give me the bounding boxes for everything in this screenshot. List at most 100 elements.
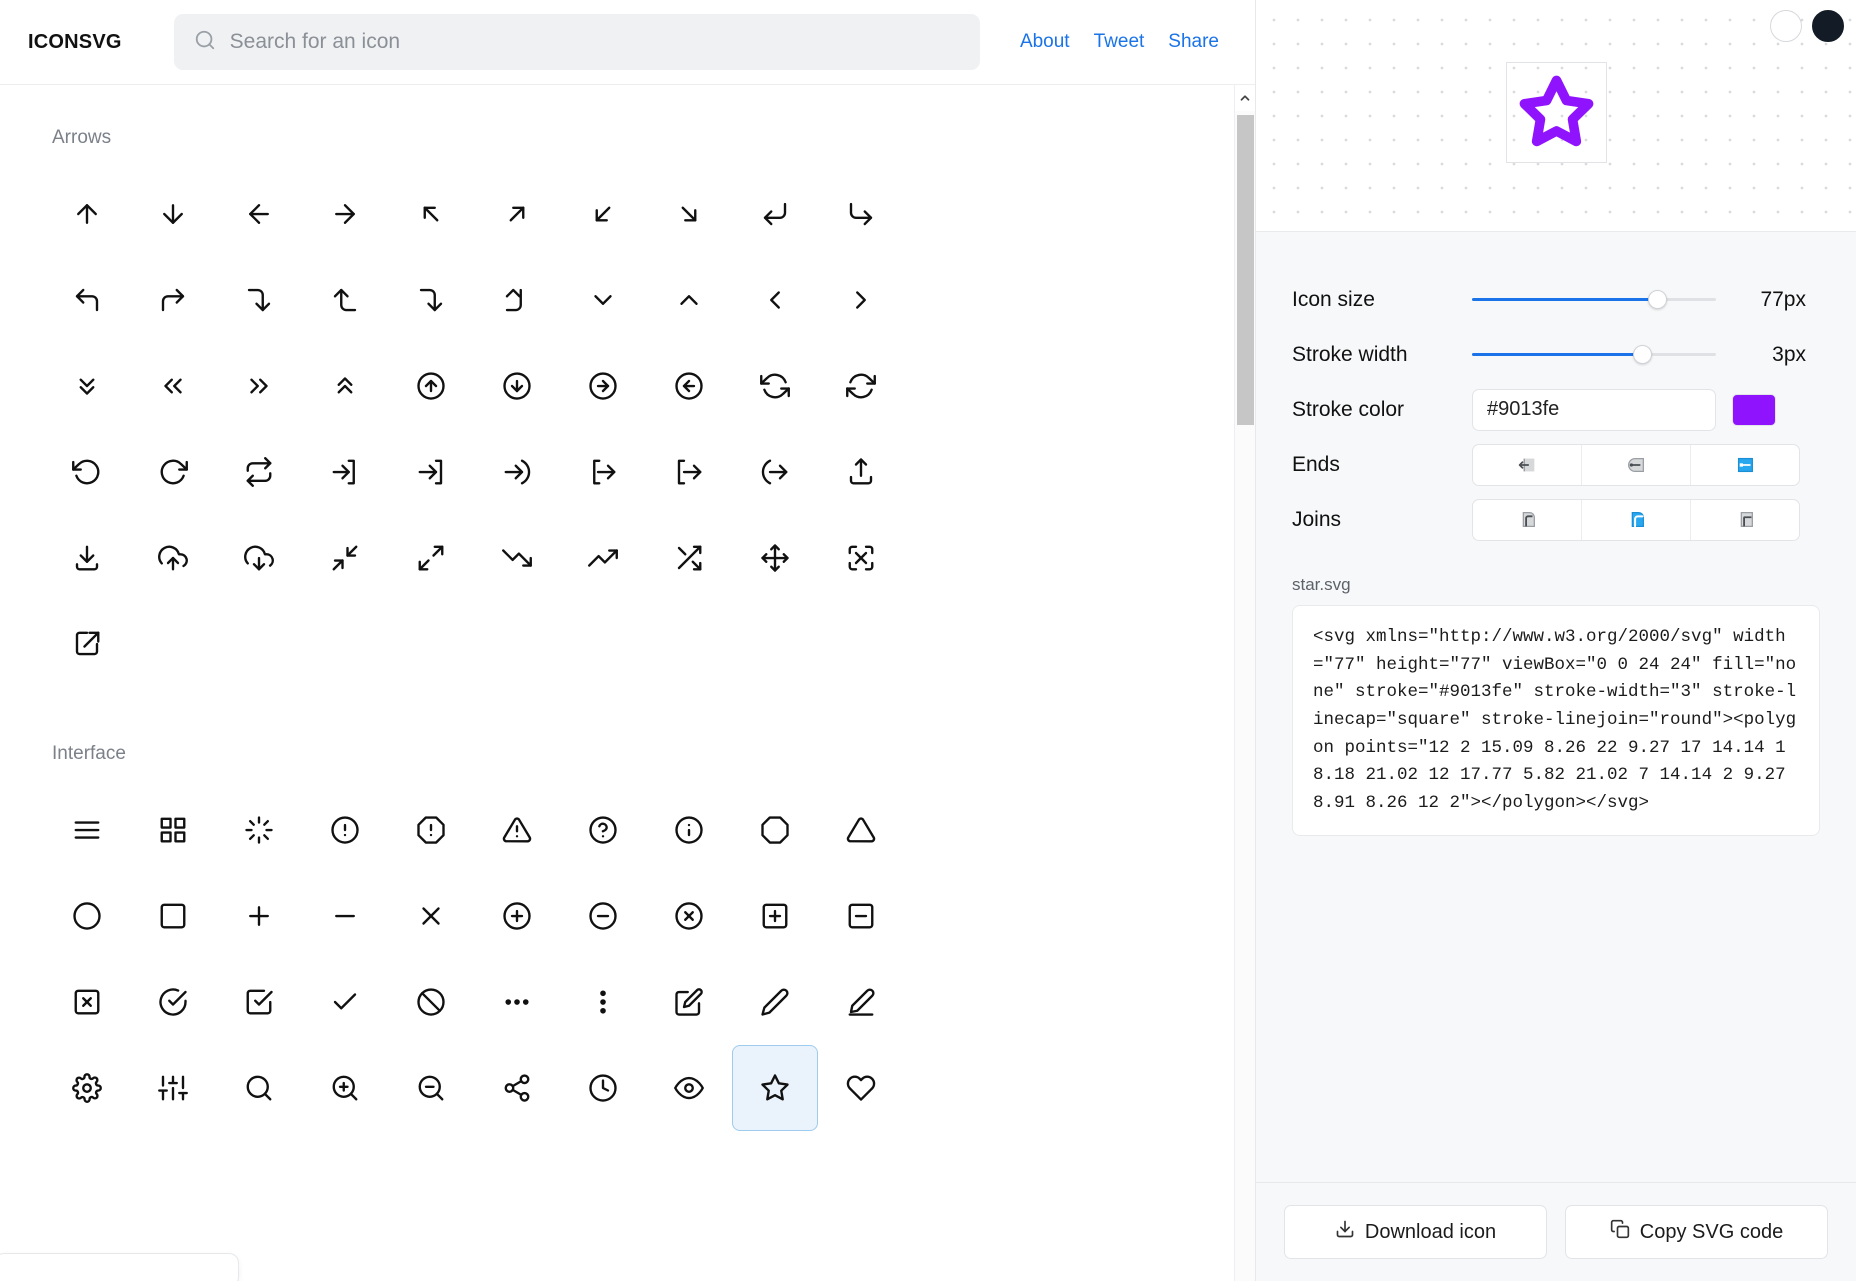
icon-cell-arrow-right-circle[interactable] (560, 343, 646, 429)
icon-cell-arrow-down-circle[interactable] (474, 343, 560, 429)
search-box[interactable] (174, 14, 980, 70)
icon-cell-slash[interactable] (388, 959, 474, 1045)
icon-cell-arrow-down-right[interactable] (646, 171, 732, 257)
stroke-color-swatch[interactable] (1732, 394, 1776, 426)
icon-cell-arrow-down-left[interactable] (560, 171, 646, 257)
svg-code-block[interactable]: <svg xmlns="http://www.w3.org/2000/svg" … (1292, 605, 1820, 836)
icon-cell-star[interactable] (732, 1045, 818, 1131)
icon-cell-minimize[interactable] (302, 515, 388, 601)
icon-cell-share-upload[interactable] (818, 429, 904, 515)
icon-cell-arrow-left-circle[interactable] (646, 343, 732, 429)
icon-cell-circle[interactable] (44, 873, 130, 959)
vertical-scrollbar[interactable] (1234, 85, 1255, 1281)
icon-cell-minus[interactable] (302, 873, 388, 959)
icon-cell-corner-left-up-2[interactable] (474, 257, 560, 343)
icon-cell-chevrons-up[interactable] (302, 343, 388, 429)
icon-cell-chevron-up[interactable] (646, 257, 732, 343)
icon-cell-help-circle[interactable] (560, 787, 646, 873)
icon-cell-refresh-ccw[interactable] (732, 343, 818, 429)
icon-cell-pencil[interactable] (732, 959, 818, 1045)
icon-cell-plus-square[interactable] (732, 873, 818, 959)
icon-cell-corner-up-right[interactable] (130, 257, 216, 343)
icon-cell-edit-underline[interactable] (818, 959, 904, 1045)
icon-cell-x-circle[interactable] (646, 873, 732, 959)
dark-theme-swatch[interactable] (1812, 10, 1844, 42)
icon-cell-chevron-down[interactable] (560, 257, 646, 343)
icon-cell-chevrons-right[interactable] (216, 343, 302, 429)
icon-cell-chevron-left[interactable] (732, 257, 818, 343)
ends-option-butt[interactable] (1473, 445, 1582, 485)
joins-option-round[interactable] (1582, 500, 1691, 540)
nav-link-tweet[interactable]: Tweet (1094, 31, 1145, 53)
ends-option-square[interactable] (1691, 445, 1799, 485)
icon-cell-share-2[interactable] (474, 1045, 560, 1131)
light-theme-swatch[interactable] (1770, 10, 1802, 42)
slider-knob[interactable] (1648, 290, 1667, 309)
icon-cell-corner-down-right[interactable] (818, 171, 904, 257)
scrollbar-up-arrow-icon[interactable] (1235, 85, 1255, 111)
icon-cell-arrow-up-circle[interactable] (388, 343, 474, 429)
icon-cell-minus-circle[interactable] (560, 873, 646, 959)
icon-cell-check-circle[interactable] (130, 959, 216, 1045)
icon-cell-trending-down[interactable] (474, 515, 560, 601)
icon-cell-log-in-paren[interactable] (474, 429, 560, 515)
icon-cell-download[interactable] (44, 515, 130, 601)
icon-cell-log-out-bracket-2[interactable] (646, 429, 732, 515)
copy-svg-code-button[interactable]: Copy SVG code (1565, 1205, 1828, 1259)
icon-cell-plus-circle[interactable] (474, 873, 560, 959)
icon-cell-repeat[interactable] (216, 429, 302, 515)
nav-link-share[interactable]: Share (1168, 31, 1219, 53)
nav-link-about[interactable]: About (1020, 31, 1070, 53)
icon-cell-alert-octagon-dot[interactable] (388, 787, 474, 873)
icon-cell-arrow-right[interactable] (302, 171, 388, 257)
icon-scroll-area[interactable]: Arrows (0, 84, 1255, 1281)
icon-cell-external-link[interactable] (44, 601, 130, 687)
ends-option-round[interactable] (1582, 445, 1691, 485)
icon-cell-check[interactable] (302, 959, 388, 1045)
icon-cell-log-in-bracket-2[interactable] (388, 429, 474, 515)
icon-cell-chevrons-left[interactable] (130, 343, 216, 429)
icon-cell-chevron-right[interactable] (818, 257, 904, 343)
icon-cell-grid[interactable] (130, 787, 216, 873)
icon-cell-minus-square[interactable] (818, 873, 904, 959)
icon-cell-alert-triangle[interactable] (474, 787, 560, 873)
icon-cell-heart[interactable] (818, 1045, 904, 1131)
icon-cell-plus[interactable] (216, 873, 302, 959)
stroke-width-slider[interactable] (1472, 345, 1716, 365)
icon-cell-alert-circle-dot[interactable] (302, 787, 388, 873)
icon-cell-info[interactable] (646, 787, 732, 873)
icon-cell-log-in-bracket[interactable] (302, 429, 388, 515)
icon-cell-download-cloud[interactable] (216, 515, 302, 601)
app-logo[interactable]: ICONSVG (28, 31, 122, 54)
icon-cell-x-square[interactable] (44, 959, 130, 1045)
icon-cell-rotate-cw[interactable] (130, 429, 216, 515)
search-input[interactable] (230, 30, 960, 54)
icon-cell-arrow-up-left[interactable] (388, 171, 474, 257)
download-icon-button[interactable]: Download icon (1284, 1205, 1547, 1259)
icon-cell-arrow-down[interactable] (130, 171, 216, 257)
icon-cell-edit[interactable] (646, 959, 732, 1045)
icon-cell-move[interactable] (732, 515, 818, 601)
joins-option-bevel[interactable] (1691, 500, 1799, 540)
icon-cell-search[interactable] (216, 1045, 302, 1131)
icon-cell-octagon[interactable] (732, 787, 818, 873)
icon-cell-chevrons-down[interactable] (44, 343, 130, 429)
icon-cell-corner-down-left[interactable] (732, 171, 818, 257)
icon-cell-arrow-up-right[interactable] (474, 171, 560, 257)
icon-cell-corner-up-left[interactable] (44, 257, 130, 343)
icon-cell-upload-cloud[interactable] (130, 515, 216, 601)
icon-cell-settings[interactable] (44, 1045, 130, 1131)
icon-cell-more-vertical[interactable] (560, 959, 646, 1045)
icon-cell-corner-left-up[interactable] (302, 257, 388, 343)
icon-cell-zoom-out[interactable] (388, 1045, 474, 1131)
icon-cell-rotate-ccw[interactable] (44, 429, 130, 515)
icon-cell-menu[interactable] (44, 787, 130, 873)
icon-cell-square[interactable] (130, 873, 216, 959)
icon-cell-corner-right-down-2[interactable] (388, 257, 474, 343)
icon-cell-maximize[interactable] (388, 515, 474, 601)
icon-cell-clock[interactable] (560, 1045, 646, 1131)
icon-cell-triangle[interactable] (818, 787, 904, 873)
icon-cell-zoom-in[interactable] (302, 1045, 388, 1131)
joins-option-miter[interactable] (1473, 500, 1582, 540)
icon-cell-refresh-cw[interactable] (818, 343, 904, 429)
